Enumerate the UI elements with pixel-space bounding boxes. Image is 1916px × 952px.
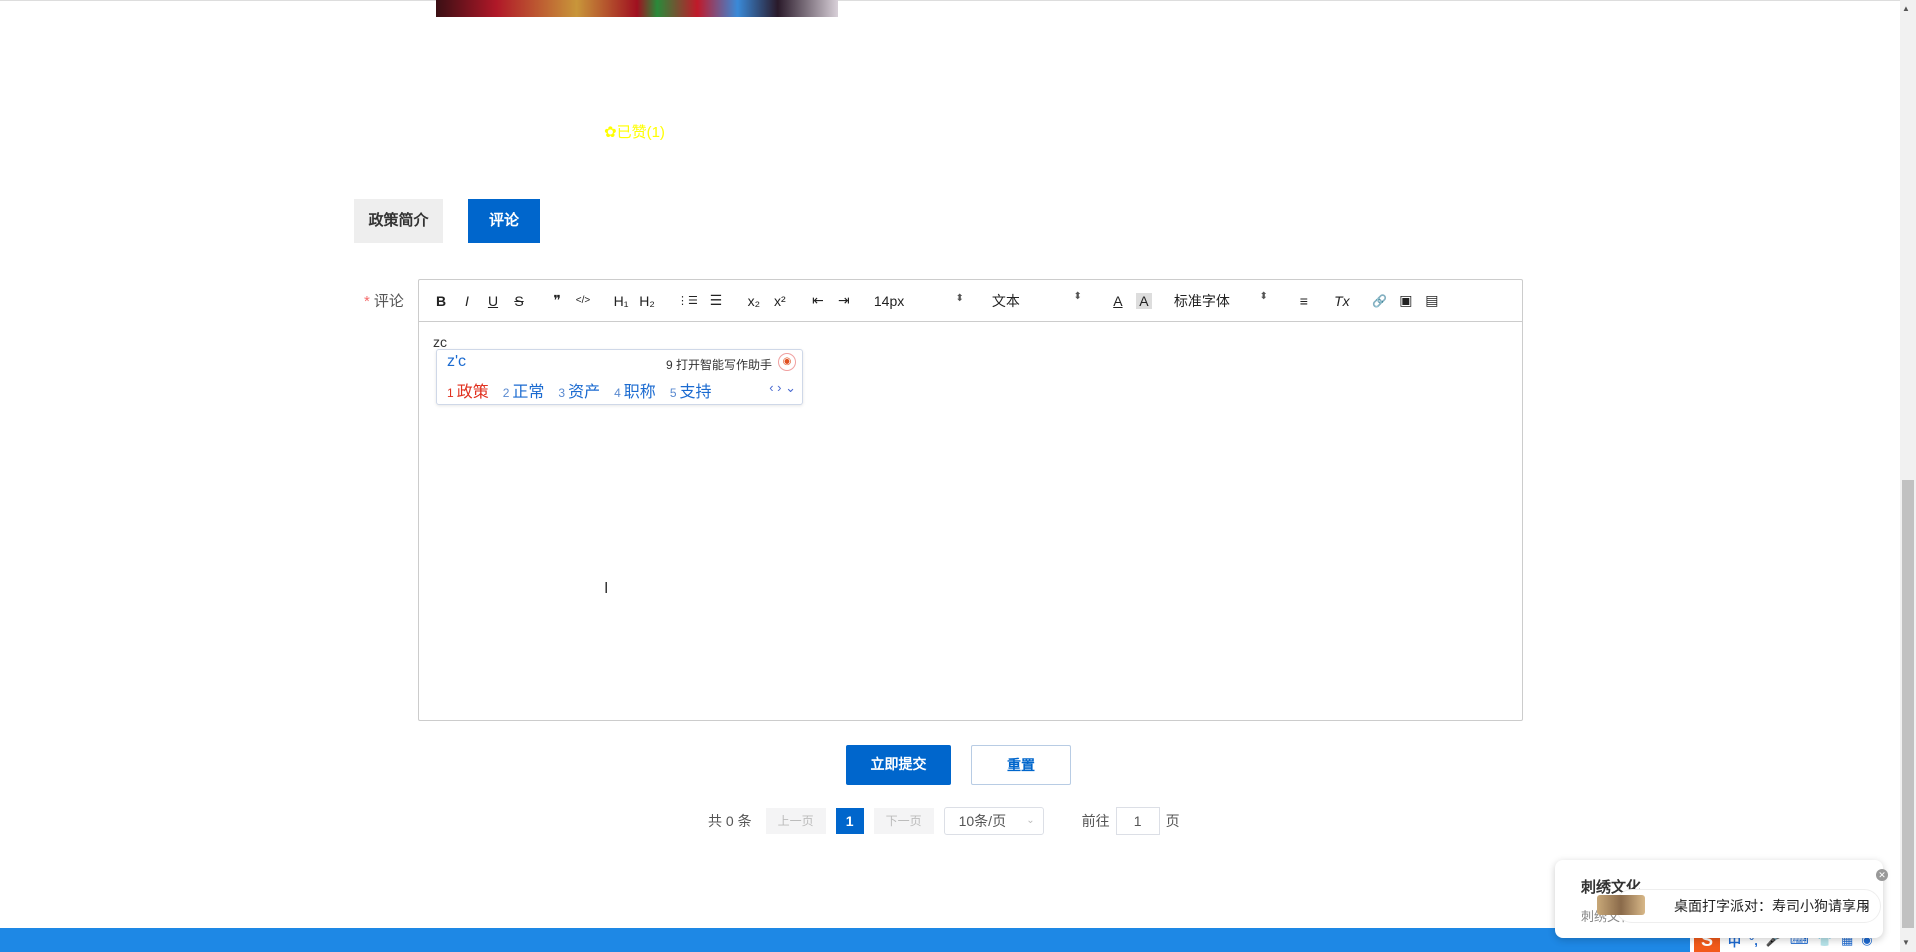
- page-size-select[interactable]: 10条/页 ⌄: [943, 807, 1044, 835]
- ime-candidate[interactable]: 5 支持: [670, 378, 712, 402]
- close-icon[interactable]: ✕: [1876, 869, 1888, 881]
- superscript-button[interactable]: x²: [772, 293, 788, 309]
- underline-button[interactable]: U: [485, 293, 501, 309]
- embroidery-image: [436, 0, 838, 17]
- subscript-button[interactable]: x₂: [746, 293, 762, 309]
- ime-candidate[interactable]: 4 职称: [614, 378, 656, 402]
- chevron-right-icon: ›: [1863, 898, 1868, 914]
- updown-icon: ⬍: [955, 292, 964, 304]
- comment-label: * 评论: [364, 293, 404, 310]
- ime-candidate-window: z'c 9 打开智能写作助手 ◉ 1 政策 2 正常 3 资产 4 职称 5 支持 ‹ ›…: [436, 349, 803, 405]
- page-1-button[interactable]: 1: [835, 808, 864, 834]
- goto-page-input[interactable]: 1: [1115, 807, 1160, 835]
- pagination: 共 0 条 上一页 1 下一页 10条/页 ⌄ 前往 1 页: [708, 807, 1180, 835]
- updown-icon: ⬍: [1259, 290, 1268, 302]
- editor-toolbar: B I U S ❞ </> H₁ H₂ ⋮☰ ☰ x₂ x² ⇤ ⇥ 14px ⬍…: [419, 280, 1522, 322]
- ime-composition: z'c: [447, 353, 467, 370]
- ime-writing-assistant-hint[interactable]: 9 打开智能写作助手: [666, 356, 772, 373]
- total-count: 共 0 条: [708, 813, 752, 829]
- code-button[interactable]: </>: [575, 295, 591, 306]
- ime-candidate[interactable]: 1 政策: [447, 378, 489, 402]
- chevron-down-icon: ⌄: [1026, 815, 1035, 826]
- video-button[interactable]: ▤: [1424, 292, 1440, 309]
- indent-button[interactable]: ⇥: [836, 292, 852, 309]
- sushi-dog-image: [1597, 895, 1645, 915]
- quote-button[interactable]: ❞: [549, 292, 565, 309]
- outdent-button[interactable]: ⇤: [810, 292, 826, 309]
- top-divider: [0, 0, 1900, 1]
- image-button[interactable]: ▣: [1398, 292, 1414, 309]
- tab-policy-intro[interactable]: 政策简介: [354, 199, 443, 243]
- strike-button[interactable]: S: [511, 293, 527, 309]
- notification-popup[interactable]: 刺绣文化 刺绣文化刺绣文化刺绣文化 桌面打字派对：寿司小狗请享用›: [1555, 860, 1883, 938]
- link-button[interactable]: 🔗: [1372, 294, 1388, 308]
- goto-label: 前往: [1081, 813, 1110, 829]
- background-color-button[interactable]: A: [1135, 292, 1152, 309]
- h2-button[interactable]: H₂: [639, 293, 655, 309]
- scroll-up-icon[interactable]: ▲: [1902, 4, 1910, 13]
- font-family-select[interactable]: 标准字体 ⬍: [1174, 291, 1274, 311]
- align-button[interactable]: ≡: [1296, 293, 1312, 309]
- block-type-select[interactable]: 文本 ⬍: [992, 291, 1088, 311]
- reset-button[interactable]: 重置: [971, 745, 1071, 785]
- text-cursor-icon: I: [604, 580, 609, 597]
- ime-candidate[interactable]: 3 资产: [558, 378, 600, 402]
- assistant-icon[interactable]: ◉: [778, 353, 796, 371]
- italic-button[interactable]: I: [459, 293, 475, 309]
- required-mark: *: [364, 293, 370, 310]
- clear-format-button[interactable]: Tx: [1334, 293, 1350, 309]
- ordered-list-button[interactable]: ⋮☰: [677, 294, 698, 307]
- font-size-select[interactable]: 14px ⬍: [874, 293, 970, 309]
- rich-text-editor[interactable]: B I U S ❞ </> H₁ H₂ ⋮☰ ☰ x₂ x² ⇤ ⇥ 14px ⬍…: [418, 279, 1523, 721]
- scroll-down-icon[interactable]: ▼: [1902, 938, 1910, 947]
- like-button[interactable]: ✿已赞(1): [604, 121, 665, 142]
- scrollbar-thumb[interactable]: [1902, 480, 1914, 928]
- ime-candidate[interactable]: 2 正常: [503, 378, 545, 402]
- updown-icon: ⬍: [1073, 290, 1082, 302]
- prev-page-button[interactable]: 上一页: [765, 808, 826, 834]
- ime-page-nav[interactable]: ‹ › ⌄: [769, 380, 796, 396]
- tab-comments[interactable]: 评论: [468, 199, 540, 243]
- submit-button[interactable]: 立即提交: [846, 745, 951, 785]
- font-color-button[interactable]: A: [1110, 293, 1126, 309]
- bullet-list-button[interactable]: ☰: [708, 292, 724, 309]
- notification-banner[interactable]: 桌面打字派对：寿司小狗请享用 ›: [1615, 889, 1881, 923]
- h1-button[interactable]: H₁: [613, 293, 629, 309]
- flower-icon: ✿: [604, 124, 617, 141]
- ime-candidates: 1 政策 2 正常 3 资产 4 职称 5 支持: [447, 378, 712, 402]
- goto-suffix: 页: [1165, 813, 1180, 829]
- bold-button[interactable]: B: [433, 293, 449, 309]
- next-page-button[interactable]: 下一页: [873, 808, 934, 834]
